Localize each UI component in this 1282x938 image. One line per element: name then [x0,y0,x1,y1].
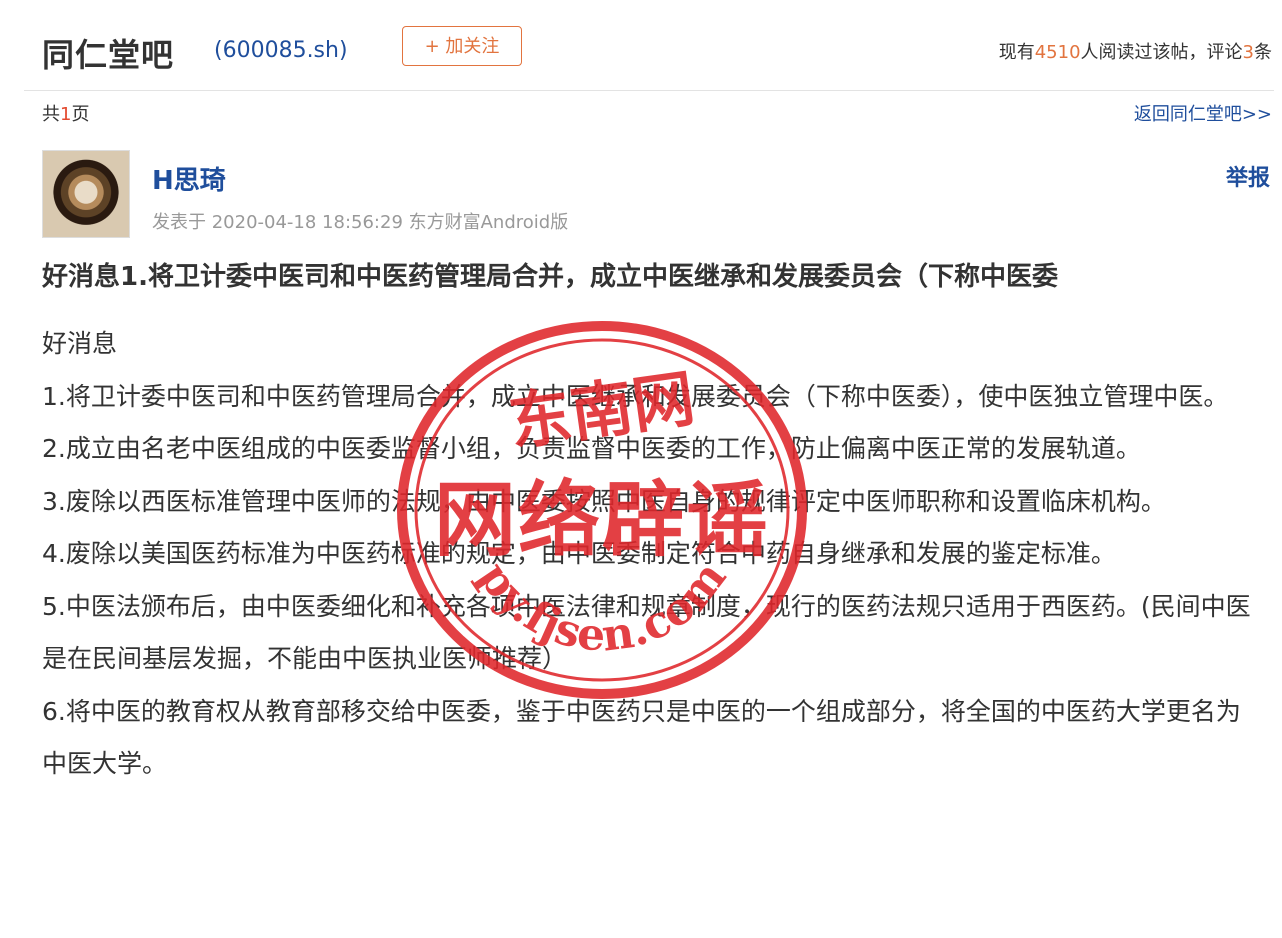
stock-code[interactable]: (600085.sh) [214,38,348,63]
stats-prefix: 现有 [998,42,1035,63]
body-paragraph: 好消息 [42,329,118,358]
post-body: 好消息 1.将卫计委中医司和中医药管理局合并，成立中医继承和发展委员会（下称中医… [42,318,1262,791]
body-paragraph: 4.废除以美国医药标准为中医药标准的规定，由中医委制定符合中药自身继承和发展的鉴… [42,539,1116,568]
read-stats: 现有4510人阅读过该帖，评论3条 [999,38,1272,64]
body-paragraph: 3.废除以西医标准管理中医师的法规，由中医委按照中医自身的规律评定中医师职称和设… [42,486,1166,516]
back-to-forum-link[interactable]: 返回同仁堂吧>> [1134,100,1272,126]
follow-button[interactable]: + 加关注 [402,26,522,66]
pager-prefix: 共 [42,104,60,125]
author-name[interactable]: H思琦 [152,160,226,197]
body-paragraph: 1.将卫计委中医司和中医药管理局合并，成立中医继承和发展委员会（下称中医委），使… [42,381,1229,411]
avatar[interactable] [42,150,130,238]
post-meta: 发表于 2020-04-18 18:56:29 东方财富Android版 [152,212,569,233]
report-link[interactable]: 举报 [1226,160,1270,192]
pager-number[interactable]: 1 [60,104,71,125]
view-count: 4510 [1034,42,1081,63]
pager-suffix: 页 [71,104,90,125]
body-paragraph: 5.中医法颁布后，由中医委细化和补充各项中医法律和规章制度，现行的医药法规只适用… [42,591,1251,674]
stats-middle: 人阅读过该帖，评论 [1080,42,1243,63]
post-title: 好消息1.将卫计委中医司和中医药管理局合并，成立中医继承和发展委员会（下称中医委 [42,262,1058,292]
post-page: 同仁堂吧 (600085.sh) + 加关注 现有4510人阅读过该帖，评论3条… [0,0,1282,938]
forum-title[interactable]: 同仁堂吧 [42,30,174,76]
page-count: 共1页 [42,100,89,126]
forum-header: 同仁堂吧 (600085.sh) + 加关注 现有4510人阅读过该帖，评论3条 [24,12,1274,91]
comment-count: 3 [1242,42,1254,63]
stats-suffix: 条 [1254,42,1272,63]
body-paragraph: 2.成立由名老中医组成的中医委监督小组，负责监督中医委的工作，防止偏离中医正常的… [42,434,1141,463]
body-paragraph: 6.将中医的教育权从教育部移交给中医委，鉴于中医药只是中医的一个组成部分，将全国… [42,696,1241,779]
